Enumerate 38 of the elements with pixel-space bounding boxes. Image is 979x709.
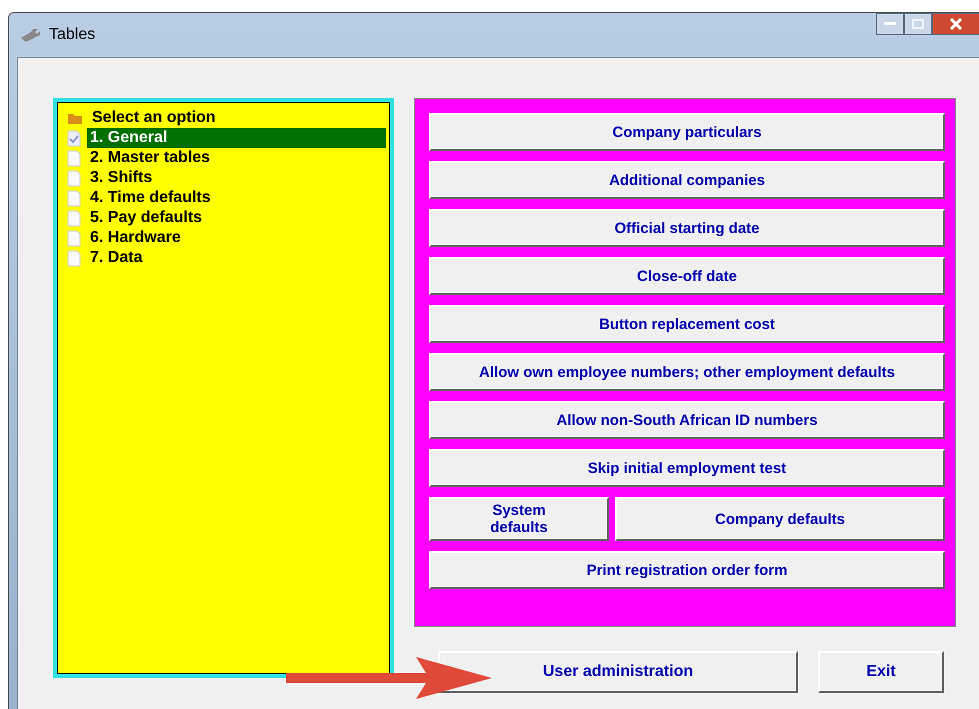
window-title: Tables xyxy=(49,26,96,44)
maximize-button[interactable] xyxy=(904,13,932,35)
minimize-icon xyxy=(884,22,896,26)
exit-button[interactable]: Exit xyxy=(818,651,944,693)
option-button[interactable]: Company particulars xyxy=(429,113,945,151)
tree-item[interactable]: 5. Pay defaults xyxy=(87,208,206,228)
tree-item[interactable]: 4. Time defaults xyxy=(87,188,214,208)
option-button[interactable]: Allow non-South African ID numbers xyxy=(429,401,945,439)
maximize-icon xyxy=(912,19,924,29)
page-icon xyxy=(67,170,81,186)
minimize-button[interactable] xyxy=(876,13,904,35)
tree-item[interactable]: 7. Data xyxy=(87,248,146,268)
tree-root[interactable]: Select an option xyxy=(89,108,219,128)
tree-item[interactable]: 1. General xyxy=(87,128,386,148)
option-button[interactable]: Print registration order form xyxy=(429,551,945,589)
wrench-icon xyxy=(19,28,41,42)
close-icon xyxy=(949,18,963,30)
page-icon xyxy=(67,250,81,266)
option-button[interactable]: Official starting date xyxy=(429,209,945,247)
page-icon xyxy=(67,190,81,206)
option-button[interactable]: Allow own employee numbers; other employment defaults xyxy=(429,353,945,391)
folder-icon xyxy=(67,111,83,125)
tree-item[interactable]: 6. Hardware xyxy=(87,228,184,248)
arrow-icon xyxy=(284,655,494,701)
option-button[interactable]: Close-off date xyxy=(429,257,945,295)
admin-button[interactable]: User administration xyxy=(438,651,798,693)
option-button[interactable]: Additional companies xyxy=(429,161,945,199)
option-button[interactable]: Skip initial employment test xyxy=(429,449,945,487)
page-icon xyxy=(67,210,81,226)
option-button[interactable]: Company defaults xyxy=(615,497,945,541)
tree-item[interactable]: 2. Master tables xyxy=(87,148,214,168)
checked-page-icon xyxy=(67,130,81,146)
tree-item[interactable]: 3. Shifts xyxy=(87,168,156,188)
page-icon xyxy=(67,230,81,246)
option-button[interactable]: System defaults xyxy=(429,497,609,541)
option-button[interactable]: Button replacement cost xyxy=(429,305,945,343)
page-icon xyxy=(67,150,81,166)
close-button[interactable] xyxy=(932,13,979,35)
